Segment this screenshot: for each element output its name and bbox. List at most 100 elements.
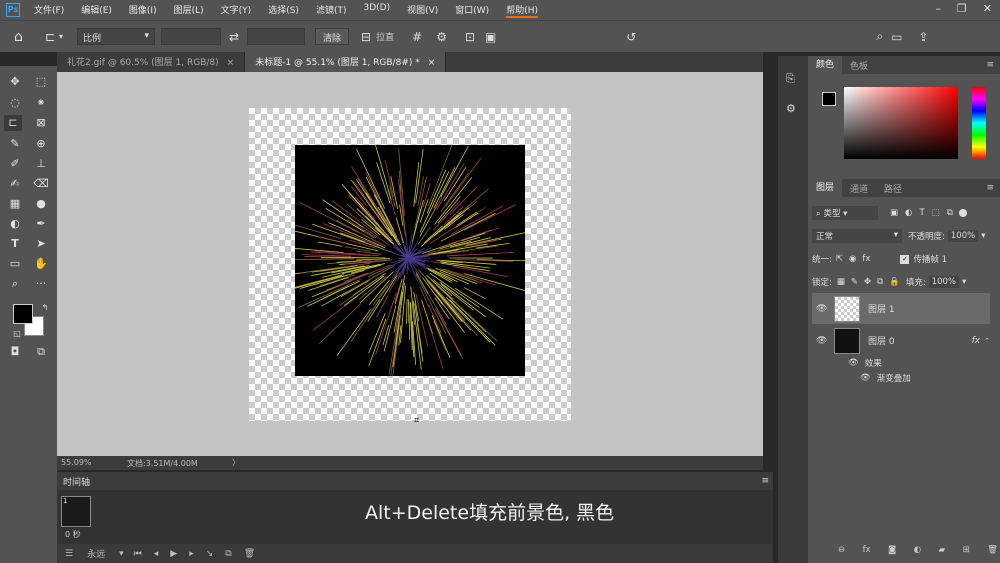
filter-shape-icon[interactable]: ⬚ [932, 208, 940, 218]
type-tool-icon[interactable]: T [6, 236, 24, 252]
tab-untitled-document[interactable]: 未标题-1 @ 55.1% (图层 1, RGB/8#) * × [245, 52, 447, 72]
gradient-overlay-effect[interactable]: 渐变叠加 [877, 372, 911, 384]
filter-pixel-icon[interactable]: ▣ [890, 208, 898, 218]
crop-tool-icon[interactable]: ⊏ [45, 30, 55, 44]
tab-color[interactable]: 颜色 [808, 56, 843, 74]
restore-icon[interactable]: ❐ [957, 2, 967, 15]
tab-paths[interactable]: 路径 [876, 182, 910, 195]
content-aware-icon[interactable]: ▣ [485, 30, 496, 44]
rectangle-tool-icon[interactable]: ▭ [6, 256, 24, 272]
path-select-icon[interactable]: ➤ [32, 236, 50, 252]
close-icon[interactable]: × [428, 58, 436, 68]
fill-input[interactable]: 100% [928, 276, 960, 288]
straighten-label[interactable]: 拉直 [376, 30, 394, 43]
gradient-tool-icon[interactable]: ▦ [6, 196, 24, 212]
filter-type-icon[interactable]: T [919, 208, 924, 218]
unify-position-icon[interactable]: ⇱ [836, 254, 843, 264]
eraser-tool-icon[interactable]: ⌫ [32, 176, 50, 192]
panel-menu-icon[interactable]: ≡ [986, 183, 994, 193]
share-icon[interactable]: ⇪ [919, 30, 929, 44]
history-panel-icon[interactable]: ⎘ [786, 72, 795, 86]
lock-artboard-icon[interactable]: ⧉ [877, 277, 883, 287]
minimize-icon[interactable]: – [935, 2, 941, 15]
stamp-tool-icon[interactable]: ⊥ [32, 156, 50, 172]
layer-row-0[interactable]: 👁 图层 0 fx ⌃ [812, 325, 990, 356]
fx-icon[interactable]: fx [972, 336, 981, 346]
filter-toggle[interactable] [958, 209, 967, 217]
timeline-frame[interactable]: 1 [61, 496, 91, 527]
menu-filter[interactable]: 滤镜(T) [316, 3, 347, 18]
link-layers-icon[interactable]: ⊖ [838, 545, 845, 555]
lasso-tool-icon[interactable]: ◌ [6, 95, 24, 111]
lock-all-icon[interactable]: 🔒 [889, 277, 900, 287]
visibility-eye-icon[interactable]: 👁 [816, 336, 827, 346]
next-frame-icon[interactable]: ▸ [189, 549, 194, 559]
clear-button[interactable]: 清除 [315, 28, 350, 45]
add-mask-icon[interactable]: ◙ [888, 545, 896, 555]
layer-row-1[interactable]: 👁 图层 1 [812, 293, 990, 324]
menu-help[interactable]: 帮助(H) [506, 3, 538, 18]
reset-icon[interactable]: ↺ [626, 30, 636, 44]
layer-name[interactable]: 图层 1 [868, 302, 895, 315]
move-tool-icon[interactable]: ✥ [6, 74, 24, 90]
visibility-eye-icon[interactable]: 👁 [860, 373, 871, 383]
dodge-tool-icon[interactable]: ◐ [6, 216, 24, 232]
tween-icon[interactable]: ↘ [206, 549, 214, 559]
delete-cropped-icon[interactable]: ⊡ [465, 30, 475, 44]
straighten-icon[interactable]: ⊟ [361, 30, 371, 44]
visibility-eye-icon[interactable]: 👁 [848, 358, 859, 368]
trash-icon[interactable]: 🗑 [987, 545, 998, 555]
healing-brush-icon[interactable]: ⊕ [32, 136, 50, 152]
pen-tool-icon[interactable]: ✒ [32, 216, 50, 232]
menu-edit[interactable]: 编辑(E) [81, 3, 112, 18]
crop-tool-icon[interactable]: ⊏ [4, 115, 22, 131]
swap-icon[interactable]: ⇄ [229, 30, 239, 44]
search-icon[interactable]: ⌕ [876, 29, 883, 44]
foreground-color-swatch[interactable] [822, 92, 836, 106]
close-icon[interactable]: ✕ [983, 2, 992, 15]
hue-slider[interactable] [972, 87, 986, 159]
menu-view[interactable]: 视图(V) [407, 3, 438, 18]
visibility-eye-icon[interactable]: 👁 [816, 304, 827, 314]
default-colors-icon[interactable]: ◱ [8, 326, 26, 342]
properties-panel-icon[interactable]: ⚙ [786, 102, 796, 115]
new-group-icon[interactable]: ▰ [939, 545, 946, 555]
menu-window[interactable]: 窗口(W) [455, 3, 489, 18]
frame-delay[interactable]: 0 秒 [65, 529, 81, 540]
propagate-checkbox[interactable]: ✓ [900, 254, 910, 264]
hand-tool-icon[interactable]: ✋ [32, 256, 50, 272]
ratio-select[interactable]: 比例 ▾ [76, 28, 155, 45]
tab-channels[interactable]: 通道 [842, 182, 876, 195]
convert-icon[interactable]: ☰ [65, 549, 73, 559]
chevron-down-icon[interactable]: ▾ [59, 32, 63, 41]
color-picker-field[interactable] [844, 87, 958, 159]
screen-mode-icon[interactable]: ⧉ [32, 344, 50, 360]
panel-menu-icon[interactable]: ≡ [986, 60, 994, 70]
tab-layers[interactable]: 图层 [808, 179, 843, 197]
blend-mode-select[interactable]: 正常 ▾ [812, 229, 902, 243]
menu-select[interactable]: 选择(S) [268, 3, 299, 18]
timeline-title[interactable]: 时间轴 [63, 475, 90, 488]
lock-transparent-icon[interactable]: ▦ [837, 277, 845, 287]
chevron-down-icon[interactable]: ▾ [981, 231, 985, 241]
blur-tool-icon[interactable]: ● [32, 196, 50, 212]
eyedropper-icon[interactable]: ✎ [6, 136, 24, 152]
unify-visibility-icon[interactable]: ◉ [849, 254, 856, 264]
lock-position-icon[interactable]: ✥ [864, 277, 871, 287]
chevron-down-icon[interactable]: ▾ [962, 277, 966, 287]
quick-select-icon[interactable]: ⁕ [32, 95, 50, 111]
first-frame-icon[interactable]: ⏮ [134, 549, 142, 559]
status-menu-icon[interactable]: 〉 [232, 457, 240, 468]
adjustment-layer-icon[interactable]: ◐ [914, 545, 921, 555]
tab-swatches[interactable]: 色板 [842, 59, 876, 72]
play-icon[interactable]: ▶ [170, 549, 177, 559]
chevron-down-icon[interactable]: ▾ [119, 549, 124, 559]
add-style-icon[interactable]: fx [863, 545, 871, 555]
loop-select[interactable]: 永远 [87, 547, 105, 560]
new-layer-icon[interactable]: ⊞ [963, 545, 970, 555]
filter-adjust-icon[interactable]: ◐ [905, 208, 912, 218]
chevron-up-icon[interactable]: ⌃ [984, 337, 990, 345]
brush-tool-icon[interactable]: ✐ [6, 156, 24, 172]
more-tools-icon[interactable]: ··· [32, 276, 50, 292]
menu-layer[interactable]: 图层(L) [174, 3, 204, 18]
